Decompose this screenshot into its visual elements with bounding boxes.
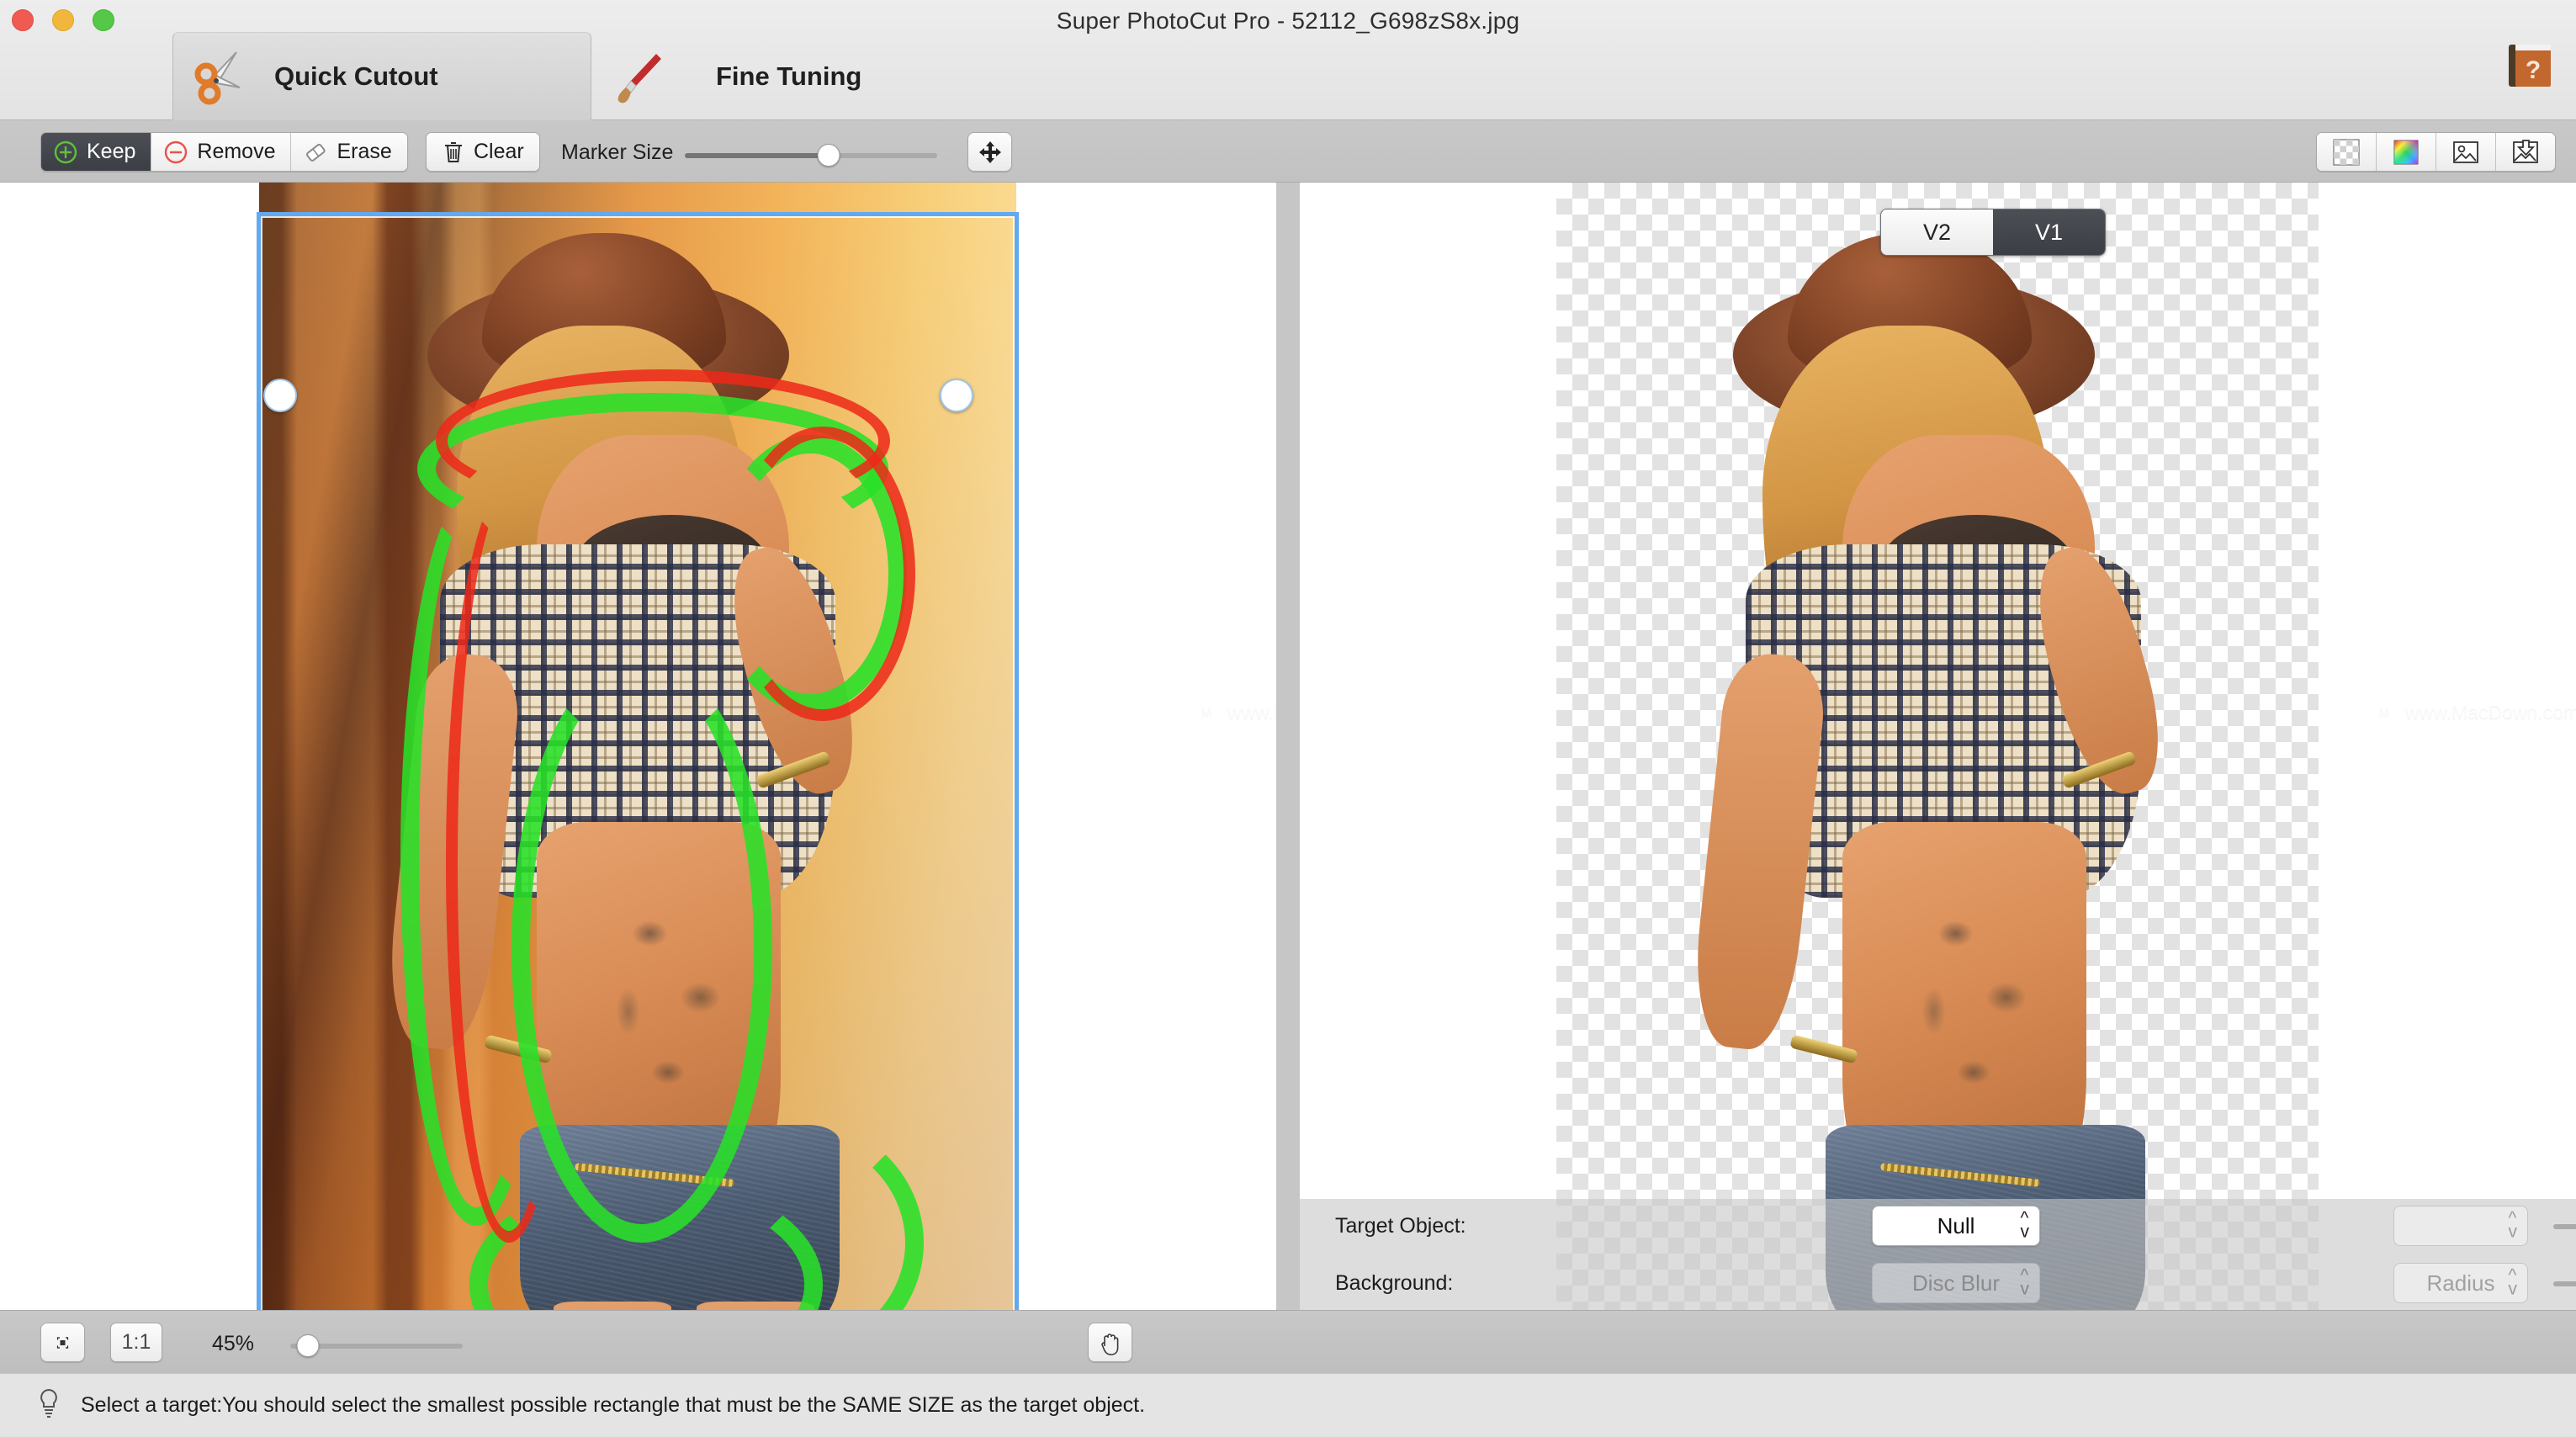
- fit-to-screen-icon: [56, 1336, 69, 1349]
- picture-icon: [2453, 141, 2478, 163]
- clear-button[interactable]: Clear: [426, 132, 540, 172]
- background-radius-value: Radius: [2426, 1270, 2495, 1296]
- tab-fine-tuning[interactable]: Fine Tuning: [591, 32, 1010, 120]
- save-image-button[interactable]: [2496, 133, 2555, 171]
- plus-circle-icon: [54, 141, 77, 163]
- background-label: Background:: [1335, 1270, 1454, 1295]
- remove-mode-button[interactable]: Remove: [151, 133, 292, 171]
- background-select-value: Disc Blur: [1911, 1270, 2000, 1296]
- help-button[interactable]: ?: [2504, 40, 2556, 91]
- background-radius-select[interactable]: Radius ^ v: [2393, 1263, 2528, 1303]
- move-tool-button[interactable]: [967, 132, 1012, 172]
- target-object-row: Target Object:: [1335, 1206, 1466, 1246]
- tab-quick-cutout-label: Quick Cutout: [274, 61, 438, 91]
- selection-handle-top-left[interactable]: [263, 379, 297, 412]
- chevron-updown-icon[interactable]: ^ v: [2021, 1267, 2030, 1298]
- fit-to-screen-button[interactable]: [40, 1323, 85, 1362]
- pane-divider[interactable]: [1276, 183, 1300, 1310]
- eraser-icon: [306, 143, 326, 162]
- scissors-icon: [173, 47, 274, 106]
- image-background-button[interactable]: [2436, 133, 2496, 171]
- lightbulb-icon: [35, 1387, 62, 1424]
- app-window: Super PhotoCut Pro - 52112_G698zS8x.jpg …: [0, 0, 2576, 1437]
- target-object-secondary-select[interactable]: ^ v: [2393, 1206, 2528, 1246]
- slider-track: [2553, 1224, 2576, 1229]
- macdown-logo-icon: M: [1195, 700, 1218, 724]
- preview-watermark: M www.MacDown.com: [2372, 700, 2576, 724]
- version-v2-button[interactable]: V2: [1881, 209, 1993, 255]
- minus-circle-icon: [165, 141, 188, 163]
- preview-controls-overlay: Target Object: Null ^ v ^ v Background: Di…: [1300, 1199, 2576, 1310]
- hand-tool-button[interactable]: [1088, 1323, 1132, 1362]
- source-watermark: M www.MacDown.com: [1195, 700, 1276, 724]
- bottom-bar: 1:1 45%: [0, 1310, 2576, 1373]
- slider-fill: [685, 153, 829, 158]
- preview-watermark-text: www.MacDown.com: [2405, 700, 2576, 723]
- target-object-select[interactable]: Null ^ v: [1872, 1206, 2040, 1246]
- target-object-label: Target Object:: [1335, 1213, 1466, 1238]
- remove-mode-label: Remove: [197, 140, 276, 163]
- macdown-logo-icon: M: [2372, 700, 2396, 724]
- version-v1-button[interactable]: V1: [1993, 209, 2105, 255]
- background-view-segmented-control: [2316, 132, 2556, 172]
- mode-segmented-control: Keep Remove Erase: [40, 132, 408, 172]
- chevron-updown-icon[interactable]: ^ v: [2509, 1210, 2518, 1241]
- color-wheel-icon: [2393, 140, 2419, 164]
- background-row: Background:: [1335, 1263, 1453, 1303]
- source-canvas[interactable]: M www.MacDown.com: [0, 183, 1276, 1310]
- preview-canvas[interactable]: M www.MacDown.com: [1300, 183, 2576, 1310]
- status-message: Select a target:You should select the sm…: [81, 1393, 1146, 1417]
- hand-icon: [1100, 1333, 1118, 1355]
- chevron-updown-icon[interactable]: ^ v: [2509, 1267, 2518, 1298]
- target-object-select-value: Null: [1937, 1212, 1975, 1238]
- move-arrows-icon: [978, 141, 1001, 163]
- trash-icon: [445, 141, 462, 162]
- help-book-icon: ?: [2509, 45, 2551, 87]
- status-bar: Select a target:You should select the sm…: [0, 1373, 2576, 1437]
- tool-bar: Keep Remove Erase Clear Marker Size: [0, 120, 2576, 183]
- background-slider[interactable]: [2553, 1272, 2576, 1294]
- zoom-slider[interactable]: [290, 1334, 463, 1357]
- slider-knob[interactable]: [817, 144, 840, 167]
- selection-handle-top-right[interactable]: [940, 379, 973, 412]
- zoom-level-value: 45%: [212, 1332, 255, 1355]
- checkerboard-icon: [2333, 139, 2360, 165]
- transparent-background-button[interactable]: [2317, 133, 2377, 171]
- marker-size-label: Marker Size: [561, 141, 674, 164]
- tab-quick-cutout[interactable]: Quick Cutout: [172, 32, 591, 120]
- canvas-area: M www.MacDown.com: [0, 183, 2576, 1310]
- selection-rectangle[interactable]: [257, 212, 1019, 1310]
- paintbrush-icon: [591, 47, 692, 106]
- version-toggle: V2 V1: [1880, 209, 2106, 256]
- slider-track: [2553, 1281, 2576, 1286]
- erase-mode-label: Erase: [337, 140, 392, 163]
- chevron-updown-icon[interactable]: ^ v: [2021, 1210, 2030, 1241]
- tab-bar: Quick Cutout Fine Tuning: [172, 32, 1010, 120]
- source-watermark-text: www.MacDown.com: [1227, 700, 1276, 723]
- actual-size-label: 1:1: [121, 1330, 151, 1354]
- tab-fine-tuning-label: Fine Tuning: [716, 61, 862, 91]
- target-object-slider[interactable]: [2553, 1215, 2576, 1237]
- actual-size-button[interactable]: 1:1: [110, 1323, 162, 1362]
- color-background-button[interactable]: [2377, 133, 2436, 171]
- erase-mode-button[interactable]: Erase: [291, 133, 407, 171]
- preview-photo: [1577, 183, 2301, 1310]
- keep-mode-button[interactable]: Keep: [41, 133, 152, 171]
- keep-mode-label: Keep: [87, 140, 136, 163]
- background-select[interactable]: Disc Blur ^ v: [1872, 1263, 2040, 1303]
- marker-size-slider[interactable]: [685, 144, 937, 167]
- svg-text:?: ?: [2526, 56, 2541, 84]
- title-bar: Super PhotoCut Pro - 52112_G698zS8x.jpg …: [0, 0, 2576, 120]
- save-image-icon: [2513, 139, 2538, 163]
- clear-button-label: Clear: [474, 140, 524, 163]
- window-title: Super PhotoCut Pro - 52112_G698zS8x.jpg: [1056, 8, 1520, 34]
- slider-knob[interactable]: [296, 1334, 319, 1357]
